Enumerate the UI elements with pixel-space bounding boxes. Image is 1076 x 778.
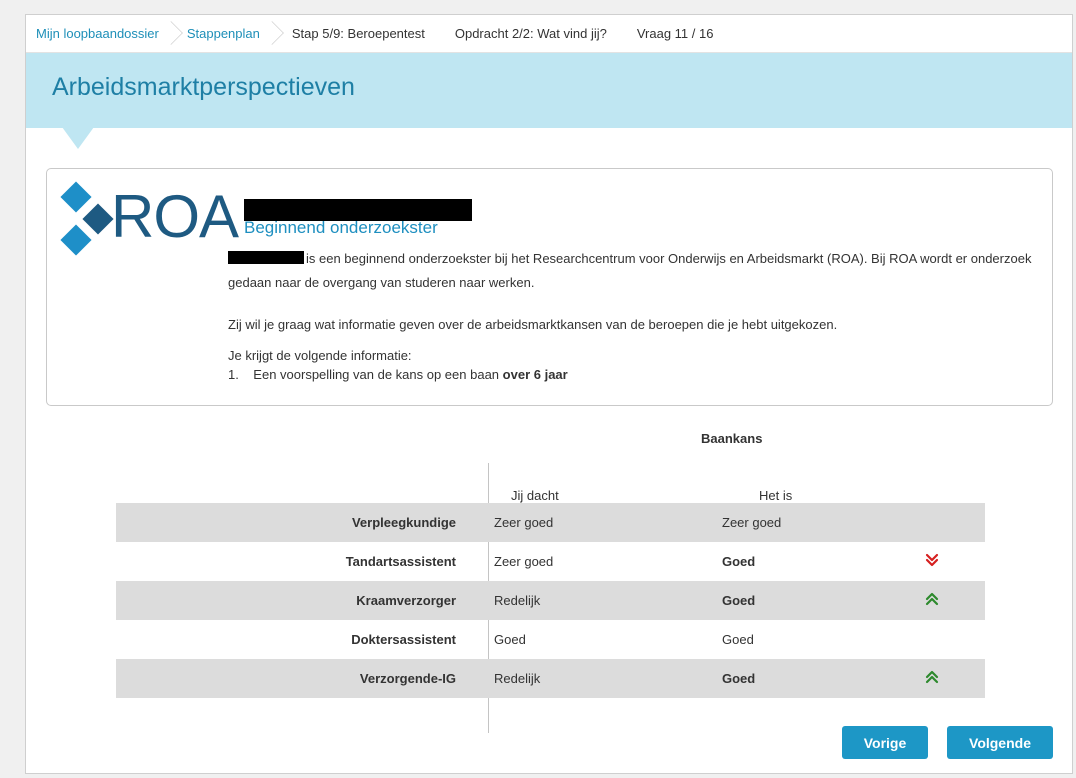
actual-cell: Goed [722,554,756,569]
col-header-actual: Het is [759,488,793,503]
title-band: Arbeidsmarktperspectieven [26,52,1072,128]
actual-cell: Zeer goed [722,515,782,530]
roa-logo: ROA [59,181,239,256]
breadcrumb-opdracht: Opdracht 2/2: Wat vind jij? [443,15,625,51]
table-row: Kraamverzorger Redelijk Goed [116,581,985,620]
title-pointer [62,127,94,149]
breadcrumb-label: Stap 5/9: Beroepentest [291,25,425,41]
occupation-cell: Verpleegkundige [351,515,456,530]
table-row: Verzorgende-IG Redelijk Goed [116,659,985,698]
actual-cell: Goed [722,632,754,647]
breadcrumb-stappenplan[interactable]: Stappenplan [179,15,284,51]
breadcrumb-label: Opdracht 2/2: Wat vind jij? [454,25,607,41]
occupation-cell: Tandartsassistent [345,554,456,569]
breadcrumb-stap: Stap 5/9: Beroepentest [280,15,443,51]
breadcrumb-label[interactable]: Mijn loopbaandossier [36,26,159,41]
table-row: Tandartsassistent Zeer goed Goed [116,542,985,581]
breadcrumb-label: Vraag 11 / 16 [636,25,714,41]
occupation-cell: Verzorgende-IG [359,671,456,686]
intro-text: is een beginnend onderzoekster bij het R… [228,251,1032,290]
thought-cell: Zeer goed [494,554,554,569]
logo-diamond [60,181,92,213]
chevron-double-up-icon [912,670,952,687]
list-bold: over 6 jaar [502,367,568,382]
chevron-double-up-icon [912,592,952,609]
list-item: 1. Een voorspelling van de kans op een b… [228,363,568,387]
occupation-cell: Kraamverzorger [356,593,456,608]
actual-cell: Goed [722,671,756,686]
col-header-thought: Jij dacht [511,488,559,503]
thought-cell: Goed [494,632,526,647]
thought-cell: Redelijk [494,593,541,608]
table-row: Verpleegkundige Zeer goed Zeer goed [116,503,985,542]
breadcrumb-loopbaandossier[interactable]: Mijn loopbaandossier [26,15,183,51]
page-title: Arbeidsmarktperspectieven [52,73,355,101]
list-text: Een voorspelling van de kans op een baan [253,367,500,382]
occupation-cell: Doktersassistent [351,632,456,647]
breadcrumb: Mijn loopbaandossier Stappenplan Stap 5/… [26,15,1072,51]
table-group-header: Baankans [701,431,763,446]
main-panel: Mijn loopbaandossier Stappenplan Stap 5/… [25,14,1073,774]
redacted-name-inline [228,251,304,264]
role-title: Beginnend onderzoekster [244,218,438,237]
thought-cell: Redelijk [494,671,541,686]
logo-diamond [60,224,92,256]
list-number: 1. [228,367,239,382]
info-card: ROA Beginnend onderzoekster is een begin… [46,168,1053,406]
logo-text: ROA [111,183,239,250]
next-button[interactable]: Volgende [947,726,1053,759]
previous-button[interactable]: Vorige [842,726,928,759]
thought-cell: Zeer goed [494,515,554,530]
table-row: Doktersassistent Goed Goed [116,620,985,659]
logo-diamond [82,203,114,235]
info-paragraph: Zij wil je graag wat informatie geven ov… [228,317,838,332]
breadcrumb-label[interactable]: Stappenplan [187,26,260,41]
actual-cell: Goed [722,593,756,608]
breadcrumb-vraag: Vraag 11 / 16 [625,15,732,51]
intro-paragraph: is een beginnend onderzoekster bij het R… [228,247,1038,295]
chevron-double-down-icon [912,553,952,570]
